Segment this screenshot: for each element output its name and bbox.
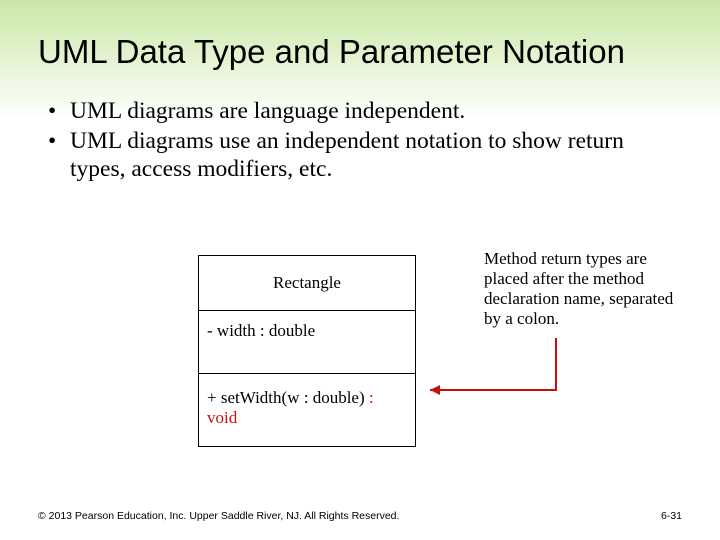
uml-attribute: - width : double <box>199 311 416 374</box>
uml-operation: + setWidth(w : double) : void <box>199 374 416 447</box>
slide-title: UML Data Type and Parameter Notation <box>0 0 720 71</box>
uml-name-row: Rectangle <box>199 256 416 311</box>
uml-attribute-row: - width : double <box>199 311 416 374</box>
callout-text: Method return types are placed after the… <box>484 249 694 329</box>
bullet-item: UML diagrams use an independent notation… <box>48 127 672 183</box>
bullet-list: UML diagrams are language independent. U… <box>48 97 672 184</box>
uml-class-name: Rectangle <box>199 256 416 311</box>
uml-operation-row: + setWidth(w : double) : void <box>199 374 416 447</box>
uml-class-box: Rectangle - width : double + setWidth(w … <box>198 255 416 447</box>
callout-arrow-icon <box>418 332 578 404</box>
slide: UML Data Type and Parameter Notation UML… <box>0 0 720 540</box>
uml-operation-return: void <box>207 408 237 427</box>
bullet-item: UML diagrams are language independent. <box>48 97 672 125</box>
footer-copyright: © 2013 Pearson Education, Inc. Upper Sad… <box>38 510 399 522</box>
page-number: 6-31 <box>661 510 682 522</box>
uml-operation-colon: : <box>365 388 374 407</box>
uml-operation-signature: + setWidth(w : double) <box>207 388 365 407</box>
